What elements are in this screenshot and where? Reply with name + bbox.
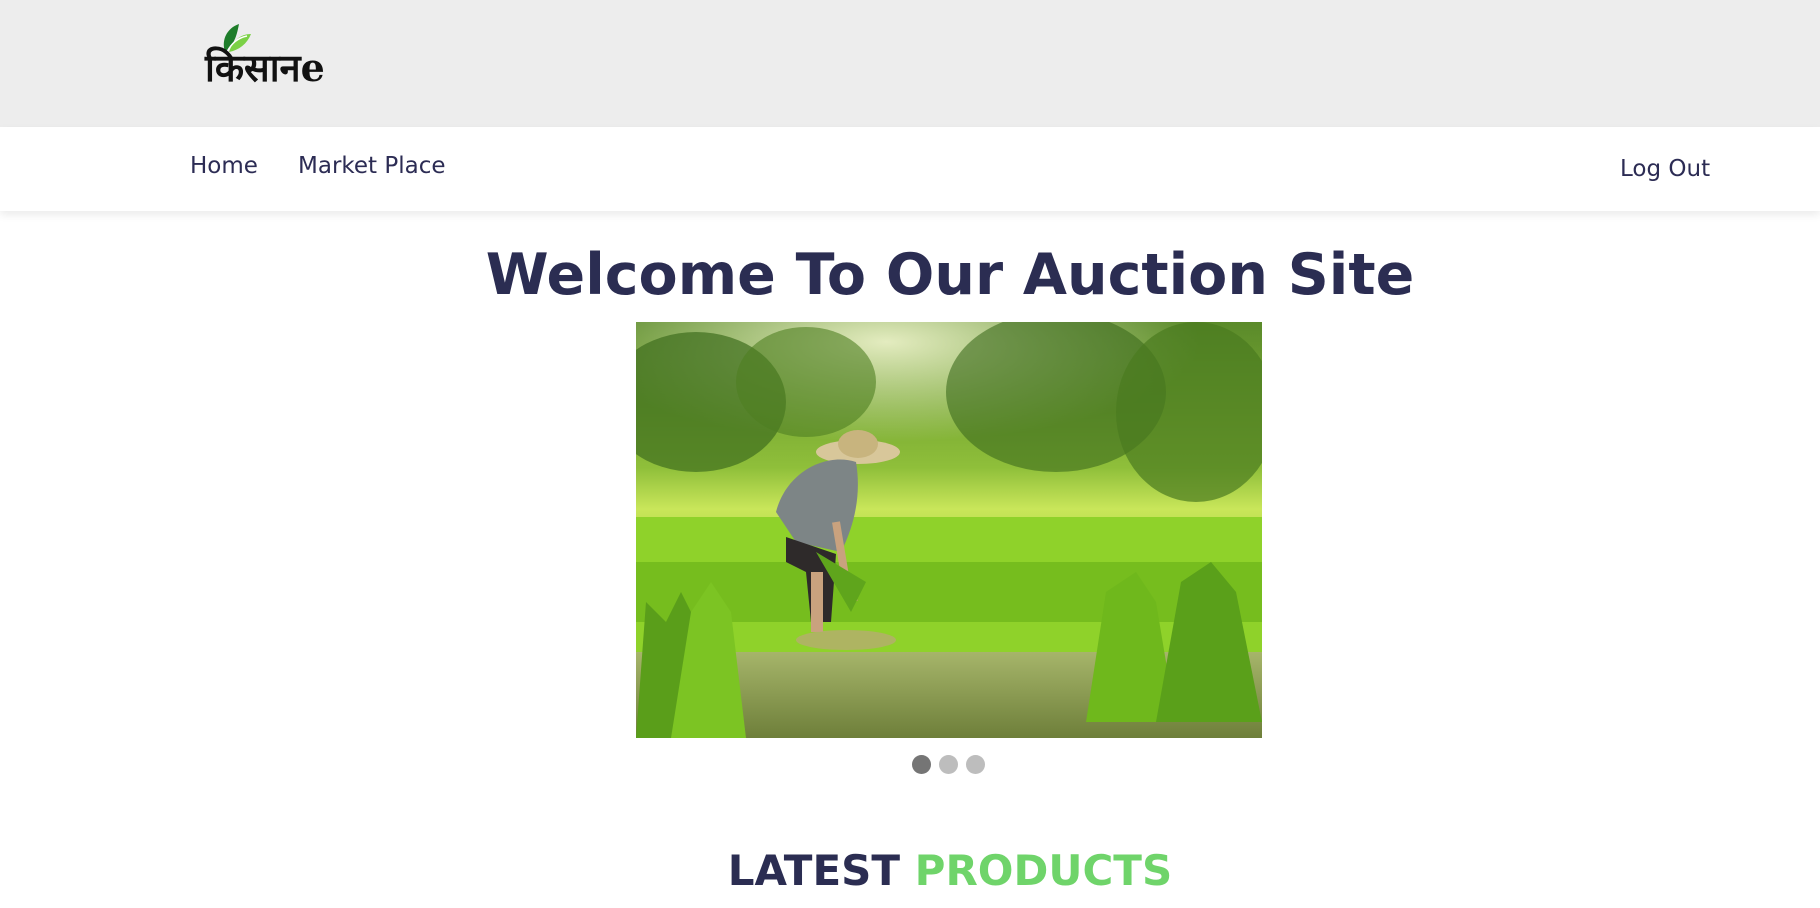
nav-home-link[interactable]: Home — [190, 153, 258, 179]
page-title: Welcome To Our Auction Site — [485, 242, 1415, 308]
heading-part-products: PRODUCTS — [914, 846, 1173, 895]
carousel-slide-image — [636, 322, 1262, 738]
log-out-link[interactable]: Log Out — [1620, 156, 1710, 182]
carousel-dot-2[interactable] — [939, 755, 958, 774]
latest-products-heading: LATEST PRODUCTS — [0, 843, 1820, 899]
nav-market-place-link[interactable]: Market Place — [298, 153, 446, 179]
hero-carousel[interactable] — [636, 322, 1262, 738]
logo-text: किसानe — [205, 45, 325, 90]
carousel-dot-1[interactable] — [912, 755, 931, 774]
site-logo[interactable]: किसानe — [205, 22, 365, 94]
top-header: किसानe — [0, 0, 1820, 127]
main-nav: Home Market Place Log Out — [0, 127, 1820, 211]
heading-part-latest: LATEST — [727, 846, 901, 895]
carousel-dot-3[interactable] — [966, 755, 985, 774]
